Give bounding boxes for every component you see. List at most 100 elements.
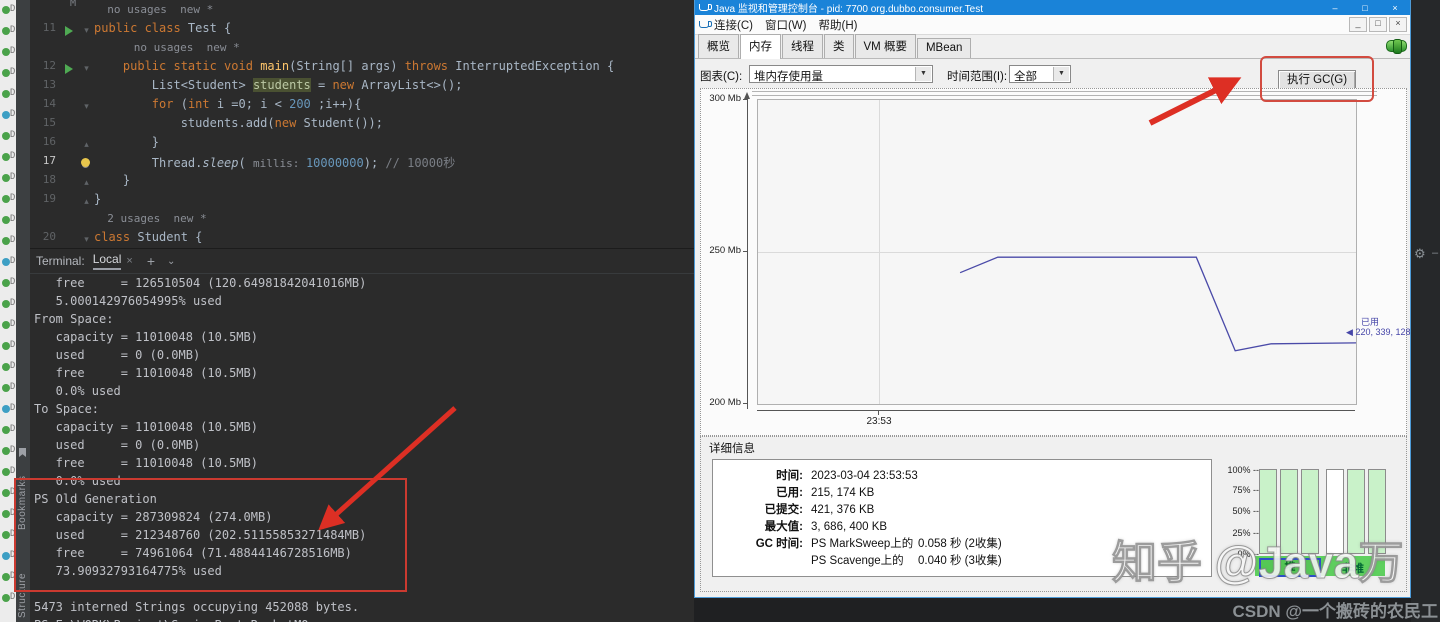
code-seg: int	[187, 97, 210, 111]
new-terminal-icon[interactable]: +	[147, 253, 155, 269]
fold-icon[interactable]: ▾	[79, 230, 94, 248]
code-line[interactable]: 13 List<Student> students = new ArrayLis…	[30, 78, 694, 97]
terminal-tab-close-icon[interactable]: ×	[126, 255, 132, 267]
fold-icon[interactable]: ▴	[79, 135, 94, 154]
pool-bar[interactable]	[1347, 469, 1365, 554]
file-icon	[2, 468, 10, 476]
pool-bar[interactable]	[1326, 469, 1344, 554]
line-number: 13	[42, 78, 56, 91]
code-line[interactable]: 2 usages new *	[30, 211, 694, 230]
code-line[interactable]: 11 ▾ public class Test {	[30, 21, 694, 40]
code-seg: // 10000秒	[385, 156, 456, 170]
fold-icon[interactable]: ▾	[79, 21, 94, 40]
fold-icon[interactable]	[79, 2, 94, 21]
chart-select-dropdown[interactable]: 堆内存使用量 ▼	[749, 65, 933, 83]
code-line[interactable]: no usages new *	[30, 40, 694, 59]
tab-vm-summary[interactable]: VM 概要	[854, 34, 916, 58]
code-text: }	[94, 192, 101, 211]
code-seg: ArrayList<>();	[354, 78, 463, 92]
tab-threads[interactable]: 线程	[782, 34, 823, 58]
tab-overview[interactable]: 概览	[698, 34, 739, 58]
code-line[interactable]: 19 ▴}	[30, 192, 694, 211]
file-row: D	[0, 42, 16, 63]
code-line[interactable]: 12 ▾ public static void main(String[] arg…	[30, 59, 694, 78]
code-line[interactable]: 18 ▴ }	[30, 173, 694, 192]
tab-mbean[interactable]: MBean	[916, 38, 972, 58]
jconsole-titlebar[interactable]: Java 监视和管理控制台 - pid: 7700 org.dubbo.cons…	[695, 0, 1410, 15]
fold-icon[interactable]	[79, 154, 94, 173]
heap-usage-line	[959, 256, 1356, 352]
code-seg: List<Student>	[94, 78, 253, 92]
pool-group-nonheap[interactable]: 非堆	[1323, 560, 1383, 576]
code-seg: =	[310, 78, 333, 92]
fold-icon[interactable]: ▾	[79, 97, 94, 116]
jconsole-menubar: 连接(C) 窗口(W) 帮助(H) _ □ ×	[695, 15, 1410, 35]
terminal-tab-local[interactable]: Local	[92, 252, 122, 270]
line-number: 18	[42, 173, 56, 186]
menu-help[interactable]: 帮助(H)	[818, 17, 857, 33]
pool-group-heap[interactable]: 堆	[1259, 558, 1321, 577]
fold-icon[interactable]: ▴	[79, 173, 94, 192]
fold-icon[interactable]	[79, 116, 94, 135]
detail-row: 最大值: 3, 686, 400 KB	[713, 519, 1211, 536]
file-icon	[2, 363, 10, 371]
code-line[interactable]: 16 ▴ }	[30, 135, 694, 154]
pool-bar[interactable]	[1301, 469, 1319, 554]
maximize-button[interactable]: □	[1350, 3, 1380, 13]
detail-row-extra: 0.040 秒 (3收集)	[918, 555, 1002, 567]
code-line[interactable]: 14 ▾ for (int i =0; i < 200 ;i++){	[30, 97, 694, 116]
pool-bar[interactable]	[1280, 469, 1298, 554]
code-line[interactable]: 17 Thread.sleep( millis: 10000000); // 1…	[30, 154, 694, 173]
file-icon	[2, 489, 10, 497]
fold-icon[interactable]	[79, 40, 94, 59]
gutter-icon-slot	[61, 173, 79, 192]
fold-icon[interactable]: ▴	[79, 192, 94, 211]
menu-connect[interactable]: 连接(C)	[714, 17, 753, 33]
file-icon	[2, 6, 10, 14]
fold-icon[interactable]	[79, 78, 94, 97]
file-letter: D	[10, 130, 16, 140]
code-line[interactable]: 20 ▾ class Student {	[30, 230, 694, 248]
collapse-icon[interactable]: –	[1432, 247, 1438, 259]
code-line[interactable]: no usages new *	[30, 2, 694, 21]
fold-icon[interactable]: ▾	[79, 59, 94, 78]
bulb-icon[interactable]	[81, 158, 90, 167]
code-seg: new	[332, 78, 355, 92]
code-seg: i =0; i <	[209, 97, 290, 111]
minimize-button[interactable]: –	[1320, 3, 1350, 13]
y-tick-300: 300 Mb	[709, 93, 741, 104]
code-line[interactable]: 15 students.add(new Student());	[30, 116, 694, 135]
file-row: D	[0, 0, 16, 21]
fold-icon[interactable]	[79, 211, 94, 230]
gear-icon[interactable]: ⚙	[1414, 246, 1426, 262]
code-editor[interactable]: M no usages new * 11 ▾ public class Test { …	[30, 0, 694, 248]
close-button[interactable]: ×	[1380, 3, 1410, 13]
detail-panel: 详细信息 时间: 2023-03-04 23:53:53 已用: 215, 174 K…	[700, 436, 1407, 592]
file-letter: D	[10, 67, 16, 77]
run-icon[interactable]	[65, 26, 73, 36]
run-icon[interactable]	[65, 64, 73, 74]
pool-bar[interactable]	[1368, 469, 1386, 554]
gutter-icon-slot	[61, 2, 79, 21]
inner-minimize-button[interactable]: _	[1349, 17, 1367, 32]
tab-classes[interactable]: 类	[824, 34, 854, 58]
series-annotation-value: ◀ 220, 339, 128	[1346, 327, 1411, 337]
inner-close-button[interactable]: ×	[1389, 17, 1407, 32]
file-letter: D	[10, 592, 16, 602]
pool-bar[interactable]	[1259, 469, 1277, 554]
file-icon	[2, 510, 10, 518]
file-icon	[2, 153, 10, 161]
tab-memory[interactable]: 内存	[740, 34, 781, 59]
code-seg: }	[94, 135, 160, 149]
heap-usage-plot[interactable]	[757, 99, 1357, 405]
menu-window[interactable]: 窗口(W)	[765, 17, 807, 33]
gutter-icon-slot	[61, 211, 79, 230]
file-icon	[2, 90, 10, 98]
terminal-title: Terminal:	[36, 254, 85, 268]
memory-pools-chart[interactable]: 堆 非堆 100% -- 75% -- 50% -- 25% -- 0% --	[1217, 461, 1407, 589]
file-row: D	[0, 441, 16, 462]
file-letter: D	[10, 277, 16, 287]
chevron-down-icon[interactable]: ⌄	[167, 256, 175, 267]
inner-restore-button[interactable]: □	[1369, 17, 1387, 32]
time-range-dropdown[interactable]: 全部 ▼	[1009, 65, 1071, 83]
